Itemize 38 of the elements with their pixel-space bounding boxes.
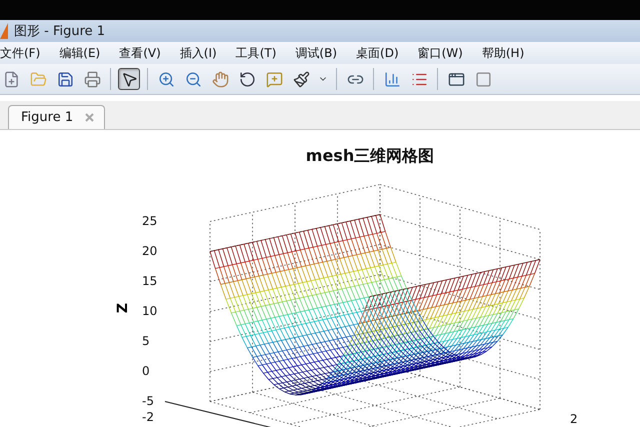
tick-label: 20	[142, 244, 158, 258]
square-icon	[474, 70, 492, 88]
new-file-icon	[2, 70, 20, 88]
plot-title: mesh三维网格图	[306, 146, 434, 165]
printer-icon	[84, 70, 100, 88]
menu-item[interactable]: 查看(V)	[119, 44, 161, 62]
window-title: 图形 - Figure 1	[14, 23, 106, 40]
tick-label: 15	[142, 274, 158, 288]
menu-item[interactable]: 文件(F)	[0, 44, 40, 62]
logo-icon	[0, 23, 8, 39]
zoom-in-icon	[158, 70, 174, 88]
menu-item[interactable]: 调试(B)	[295, 44, 338, 62]
tick-label: -5	[142, 394, 154, 408]
menu-item[interactable]: 工具(T)	[236, 44, 276, 62]
save-icon	[56, 70, 74, 88]
tick-label: -2	[142, 410, 154, 424]
zoom-out-icon	[184, 70, 202, 88]
data-tip-icon	[266, 70, 282, 88]
tick-label: 0	[142, 364, 150, 378]
menu-item[interactable]: 桌面(D)	[356, 44, 399, 62]
pointer-icon	[120, 70, 138, 88]
menu-item[interactable]: 窗口(W)	[418, 44, 463, 62]
menu-item[interactable]: 帮助(H)	[482, 44, 524, 62]
folder-icon	[30, 70, 46, 88]
tick-label: 5	[142, 334, 150, 348]
colorbar-icon	[384, 70, 400, 88]
menu-item[interactable]: 插入(I)	[180, 44, 217, 62]
tick-label: 2	[570, 412, 578, 426]
brush-icon	[292, 70, 310, 88]
rotate-icon	[238, 70, 256, 88]
tick-label: 10	[142, 304, 158, 318]
hand-icon	[212, 70, 228, 88]
window-icon	[448, 70, 464, 88]
toolbar-button[interactable]	[118, 68, 140, 90]
figure-tab[interactable]: Figure 1	[8, 105, 106, 129]
tick-label: 25	[142, 214, 158, 228]
menu-item[interactable]: 编辑(E)	[59, 44, 100, 62]
axis-label: Z	[115, 302, 132, 314]
